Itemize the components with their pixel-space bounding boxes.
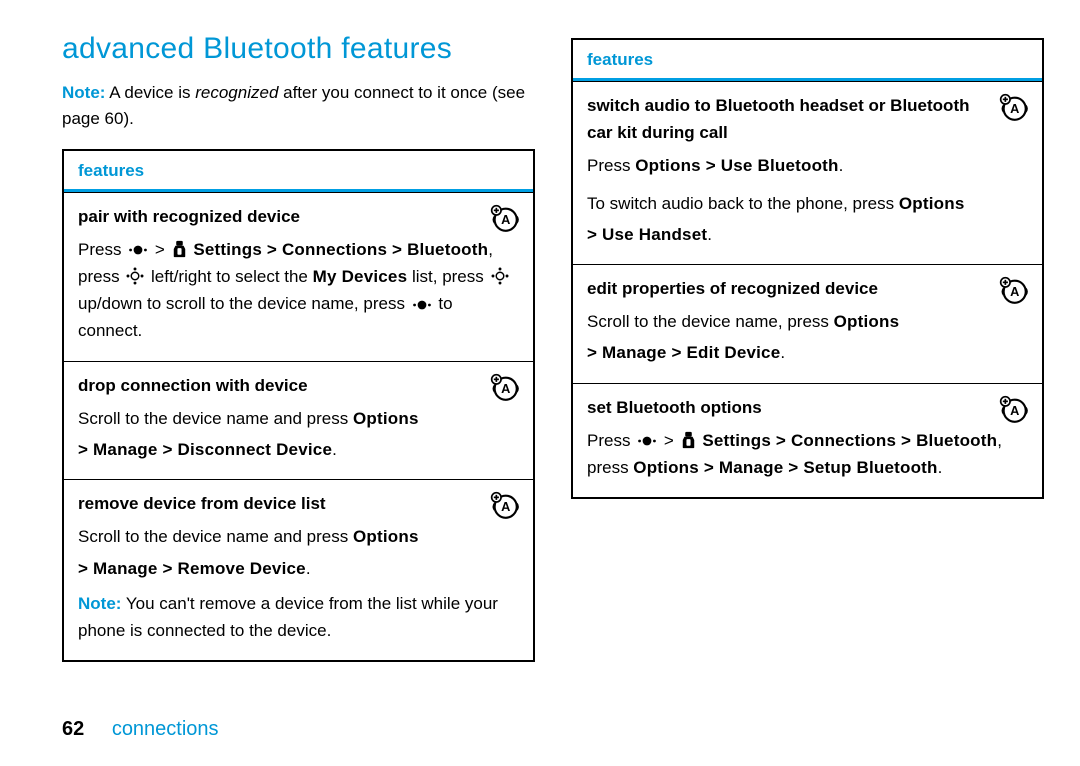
feature-set-options: set Bluetooth options Press > Settings >… — [573, 383, 1042, 498]
page-number: 62 — [62, 718, 84, 740]
feature-title: switch audio to Bluetooth headset or Blu… — [587, 92, 1028, 146]
feature-drop-connection: drop connection with device Scroll to th… — [64, 361, 533, 480]
page-heading: advanced Bluetooth features — [62, 32, 531, 66]
accessibility-badge-icon — [996, 90, 1030, 124]
feature-title: set Bluetooth options — [587, 394, 1028, 421]
accessibility-badge-icon — [487, 488, 521, 522]
feature-title: edit properties of recognized device — [587, 275, 1028, 302]
features-table-right: features switch audio to Bluetooth heads… — [571, 38, 1044, 499]
feature-title: drop connection with device — [78, 372, 519, 399]
features-table-left: features pair with recognized device Pre… — [62, 149, 535, 662]
page-footer: 62 connections — [62, 718, 219, 741]
nav-center-icon — [412, 293, 432, 320]
nav-direction-icon — [126, 266, 144, 293]
note-label: Note: — [62, 83, 105, 102]
accessibility-badge-icon — [487, 370, 521, 404]
feature-title: pair with recognized device — [78, 203, 519, 230]
right-column: features switch audio to Bluetooth heads… — [571, 32, 1040, 662]
accessibility-badge-icon — [996, 392, 1030, 426]
nav-direction-icon — [491, 266, 509, 293]
feature-switch-audio: switch audio to Bluetooth headset or Blu… — [573, 81, 1042, 264]
accessibility-badge-icon — [487, 201, 521, 235]
note-label: Note: — [78, 594, 121, 613]
nav-center-icon — [128, 238, 148, 265]
table-header: features — [64, 151, 533, 192]
nav-center-icon — [637, 429, 657, 456]
settings-icon — [172, 239, 187, 266]
intro-note: Note: A device is recognized after you c… — [62, 80, 531, 133]
feature-edit-properties: edit properties of recognized device Scr… — [573, 264, 1042, 383]
settings-icon — [681, 430, 696, 457]
section-name: connections — [112, 718, 219, 740]
accessibility-badge-icon — [996, 273, 1030, 307]
table-header: features — [573, 40, 1042, 81]
feature-remove-device: remove device from device list Scroll to… — [64, 479, 533, 660]
left-column: advanced Bluetooth features Note: A devi… — [62, 32, 531, 662]
feature-pair-device: pair with recognized device Press > Sett… — [64, 192, 533, 361]
feature-title: remove device from device list — [78, 490, 519, 517]
